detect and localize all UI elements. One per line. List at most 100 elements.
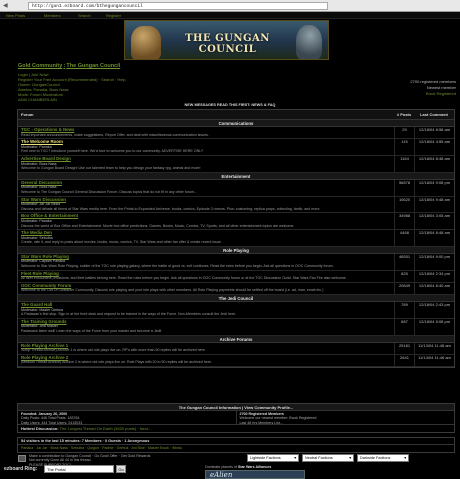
hottest-link[interactable]: The Longest Thread On Earth (3520 posts)… — [60, 426, 152, 431]
forum-description: Sump Thread Archive) Archive 1 is where … — [21, 348, 206, 353]
browser-chrome: ◀ http://gun1.ezboard.com/bthegungancoun… — [0, 0, 460, 12]
breadcrumb-board[interactable]: The Gungan Council — [66, 63, 120, 69]
stats-header[interactable]: The Gungan Council Information | View Co… — [18, 404, 454, 411]
forum-row: Star Wars Role Playing Moderator: Captain… — [18, 253, 454, 271]
forum-row: The Training Grounds Moderator: Jedi Mast… — [18, 318, 454, 336]
chevron-down-icon: ▼ — [348, 456, 352, 460]
forum-last-comment[interactable]: 12/18/04 2:43 pm — [414, 302, 454, 318]
forum-post-count: 687 — [394, 318, 414, 335]
forum-last-comment[interactable]: 12/18/04 9:48 am — [414, 196, 454, 213]
forum-row: Fleet Role Playing All fleet encounters, … — [18, 270, 454, 283]
forum-last-comment[interactable]: 12/18/04 9:08 pm — [414, 179, 454, 196]
forum-post-count: 29 — [394, 127, 414, 139]
chevron-down-icon: ▼ — [403, 456, 407, 460]
forum-last-comment[interactable]: 12/18/04 3:05 am — [414, 213, 454, 230]
forum-last-comment[interactable]: 12/18/04 2:34 pm — [414, 270, 454, 282]
forum-row: TGC - Operations & News Read important an… — [18, 127, 454, 140]
domain-name[interactable]: Star Wars Alliances — [238, 465, 271, 469]
forum-cell: TGC - Operations & News Read important an… — [18, 127, 394, 138]
stats-body: Founded: January 26, 2000 Daily Posts: 4… — [18, 411, 454, 425]
forum-table: Forum # Posts Last Comment Communication… — [17, 109, 455, 368]
forum-description: Read important announcements, make sugge… — [21, 132, 209, 137]
online-summary: 54 visitors in the last 15 minutes: 7 Me… — [18, 438, 454, 445]
faction-select-light[interactable]: Lightside Factions ▼ — [247, 454, 299, 462]
forum-cell: The Guard Hall Moderator: Master Gerbus A … — [18, 302, 394, 318]
faction-select-neutral[interactable]: Neutral Factions ▼ — [302, 454, 354, 462]
forum-post-count: 56878 — [394, 179, 414, 196]
forum-cell: The Welcome Room Moderator: Panaka Feel ne… — [18, 139, 394, 155]
ring-select[interactable]: The Portal — [44, 465, 114, 473]
address-bar[interactable]: http://gun1.ezboard.com/bthegungancounci… — [28, 2, 328, 10]
stats-right: 2700 Registered Members Welcome our newe… — [235, 411, 455, 425]
forum-description: Discuss and debate all forms of Star War… — [21, 206, 321, 211]
category-header: Communications — [18, 120, 454, 127]
faction-select-dark[interactable]: Darkside Factions ▼ — [357, 454, 409, 462]
forum-last-comment[interactable]: 11/13/04 11:46 am — [414, 354, 454, 366]
forum-cell: Star Wars Discussion Moderator: Jar Jar B… — [18, 197, 394, 213]
forum-post-count: 115 — [394, 139, 414, 155]
forum-description: Welcome to Gungan Board Design! Use our … — [21, 166, 201, 171]
category-header: The Jedi Council — [18, 295, 454, 303]
who-is-online: 54 visitors in the last 15 minutes: 7 Me… — [17, 437, 455, 453]
forum-last-comment[interactable]: 12/18/04 9:00 pm — [414, 253, 454, 270]
banner-title: THE GUNGAN COUNCIL — [185, 33, 270, 55]
forum-row: Role Playing Archive 1 Sump Thread Archiv… — [18, 342, 454, 355]
adm-line: ADM CHAMBERLAIN — [18, 97, 57, 102]
category-header: Archive Forums — [18, 335, 454, 343]
category-header: Role Playing — [18, 246, 454, 254]
breadcrumb-home[interactable]: Gold Community — [18, 63, 62, 69]
forum-last-comment[interactable]: 11/13/04 11:48 am — [414, 342, 454, 354]
top-nav: New Posts Members Search Register — [0, 12, 460, 19]
breadcrumb-separator: : — [63, 63, 66, 69]
nav-new-posts[interactable]: New Posts — [6, 13, 25, 18]
forum-last-comment[interactable]: 12/18/04 4:55 am — [414, 139, 454, 155]
forum-description: Feel new to TGC? Introduce yourself here… — [21, 149, 204, 154]
forum-cell: Advertise Board Design Moderator: Boss Na… — [18, 156, 394, 172]
forum-description: Discuss the world of Box Office and Ente… — [21, 223, 295, 228]
nav-members[interactable]: Members — [44, 13, 61, 18]
forum-last-comment[interactable]: 12/18/04 8:40 am — [414, 282, 454, 295]
forum-post-count: 34988 — [394, 213, 414, 230]
support-box: Make a contribution to Gungan Council · … — [17, 454, 217, 467]
domain-label: Dominate planets of Star Wars Alliances — [205, 465, 271, 469]
forum-row: Advertise Board Design Moderator: Boss Na… — [18, 155, 454, 173]
forum-post-count: 20849 — [394, 282, 414, 295]
domain-prefix: Dominate planets of — [205, 465, 237, 469]
members-list-link[interactable]: Last 48 hrs Members List... — [240, 421, 283, 425]
ad-banner[interactable]: eAlien — [205, 470, 305, 479]
forum-description: Create, rate it, and reply to posts abou… — [21, 240, 222, 245]
forum-cell: The Training Grounds Moderator: Jedi Mast… — [18, 319, 394, 335]
forum-post-count: 1164 — [394, 155, 414, 172]
forum-description: Padawans listen well! Learn the ways of … — [21, 329, 162, 333]
forum-row: Role Playing Archive 2 (Medium Thread Arc… — [18, 354, 454, 367]
forum-row: Star Wars Discussion Moderator: Jar Jar B… — [18, 196, 454, 214]
forum-cell: Star Wars Role Playing Moderator: Captain… — [18, 254, 394, 270]
board-banner[interactable]: THE GUNGAN COUNCIL — [124, 20, 329, 60]
ring-go-button[interactable]: Go — [116, 465, 126, 473]
forum-cell: Role Playing Archive 2 (Medium Thread Arc… — [18, 355, 394, 366]
col-forum: Forum — [21, 112, 34, 117]
hottest-label: Hottest Discussion: — [21, 426, 59, 431]
nav-register[interactable]: Register — [106, 13, 121, 18]
board-stats: The Gungan Council Information | View Co… — [17, 403, 455, 433]
forum-last-comment[interactable]: 12/18/04 8:58 am — [414, 127, 454, 139]
forum-description: Welcome to Star Wars Role Playing, soldi… — [21, 264, 334, 269]
forum-description: (Medium Thread Archive) Archive 2 is whe… — [21, 360, 212, 365]
forum-last-comment[interactable]: 12/18/04 5:08 pm — [414, 318, 454, 335]
forum-row: Box Office & Entertainment Moderator: Pan… — [18, 213, 454, 231]
forum-last-comment[interactable]: 12/18/04 8:48 am — [414, 155, 454, 172]
news-notice[interactable]: NEW MESSAGES READ THIS FIRST: NEWS & FAQ — [130, 103, 330, 107]
header-links: Login | Join Now! Register Your Free Acc… — [18, 72, 258, 102]
online-members[interactable]: Panaka · Jar Jar · Boss Nass · Sebulba ·… — [18, 445, 454, 452]
forum-last-comment[interactable]: 12/18/04 8:48 am — [414, 230, 454, 246]
category-list: Communications TGC - Operations & News Rea… — [18, 120, 454, 367]
nav-search[interactable]: Search — [78, 13, 91, 18]
forum-post-count: 25181 — [394, 342, 414, 354]
newest-member-link[interactable]: Ewok Registered — [370, 91, 456, 97]
gungan-figure-image — [131, 26, 161, 59]
breadcrumb: Gold Community : The Gungan Council — [18, 63, 258, 69]
member-count: 2700 registered members Newest member Ew… — [370, 79, 456, 97]
hottest-discussion: Hottest Discussion: The Longest Thread O… — [18, 425, 454, 432]
back-arrow-icon[interactable]: ◀ — [3, 3, 10, 9]
forum-description: Welcome to The Gungan Council General Di… — [21, 189, 198, 194]
